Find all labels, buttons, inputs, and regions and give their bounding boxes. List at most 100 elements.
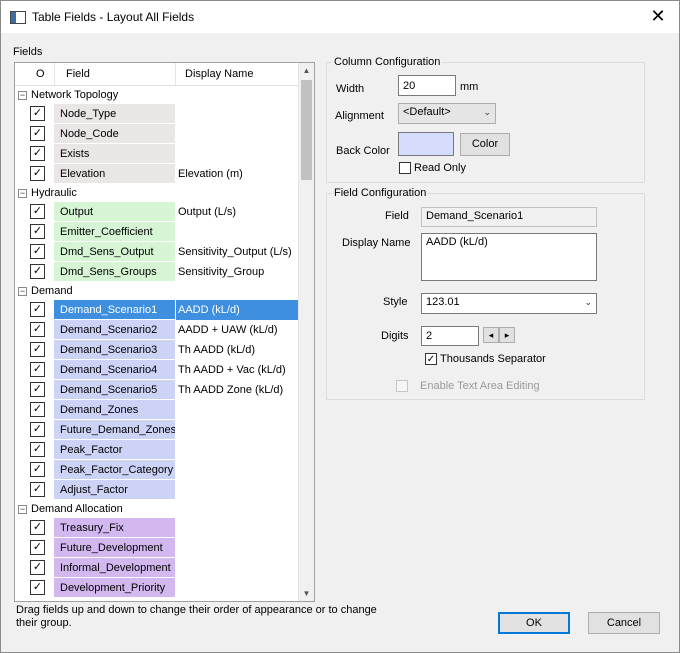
field-visible-checkbox[interactable]: ✓	[30, 204, 45, 219]
display-name-cell[interactable]	[176, 518, 300, 538]
display-name-cell[interactable]	[176, 460, 300, 480]
close-icon[interactable]: ✕	[647, 6, 669, 28]
field-cell[interactable]: Dmd_Sens_Groups	[54, 262, 175, 282]
display-name-cell[interactable]: Sensitivity_Output (L/s)	[176, 242, 300, 262]
back-color-swatch[interactable]	[398, 132, 454, 156]
field-cell[interactable]: Future_Development	[54, 538, 175, 558]
field-row[interactable]: ✓ Node_Type	[15, 104, 298, 124]
field-visible-checkbox[interactable]: ✓	[30, 322, 45, 337]
digits-decrement-icon[interactable]: ◂	[483, 327, 499, 343]
collapse-icon[interactable]: −	[18, 287, 27, 296]
field-cell[interactable]: Adjust_Factor	[54, 480, 175, 500]
field-visible-checkbox[interactable]: ✓	[30, 422, 45, 437]
ok-button[interactable]: OK	[498, 612, 570, 634]
field-row[interactable]: ✓ Future_Development	[15, 538, 298, 558]
field-cell[interactable]: Treasury_Fix	[54, 518, 175, 538]
thousands-separator-checkbox[interactable]: ✓	[425, 353, 437, 365]
field-cell[interactable]: Informal_Development	[54, 558, 175, 578]
display-name-cell[interactable]	[176, 104, 300, 124]
column-header-display-name[interactable]: Display Name	[185, 68, 253, 80]
field-visible-checkbox[interactable]: ✓	[30, 402, 45, 417]
scrollbar-thumb[interactable]	[301, 80, 312, 180]
display-name-cell[interactable]	[176, 420, 300, 440]
field-visible-checkbox[interactable]: ✓	[30, 520, 45, 535]
display-name-cell[interactable]	[176, 480, 300, 500]
display-name-cell[interactable]: Th AADD + Vac (kL/d)	[176, 360, 300, 380]
color-button[interactable]: Color	[460, 133, 510, 156]
field-row[interactable]: ✓ Demand_Scenario3 Th AADD (kL/d)	[15, 340, 298, 360]
field-row[interactable]: ✓ Development_Priority	[15, 578, 298, 598]
display-name-cell[interactable]	[176, 222, 300, 242]
field-row[interactable]: ✓ Demand_Scenario2 AADD + UAW (kL/d)	[15, 320, 298, 340]
display-name-cell[interactable]: Elevation (m)	[176, 164, 300, 184]
display-name-cell[interactable]: Th AADD (kL/d)	[176, 340, 300, 360]
field-visible-checkbox[interactable]: ✓	[30, 302, 45, 317]
field-cell[interactable]: Output	[54, 202, 175, 222]
field-cell[interactable]: Demand_Scenario2	[54, 320, 175, 340]
field-visible-checkbox[interactable]: ✓	[30, 362, 45, 377]
field-cell[interactable]: Demand_Scenario4	[54, 360, 175, 380]
field-cell[interactable]: Demand_Zones	[54, 400, 175, 420]
field-visible-checkbox[interactable]: ✓	[30, 580, 45, 595]
column-header-field[interactable]: Field	[66, 68, 90, 80]
display-name-cell[interactable]	[176, 558, 300, 578]
field-row[interactable]: ✓ Adjust_Factor	[15, 480, 298, 500]
display-name-cell[interactable]	[176, 144, 300, 164]
display-name-cell[interactable]: Output (L/s)	[176, 202, 300, 222]
field-row[interactable]: ✓ Node_Code	[15, 124, 298, 144]
collapse-icon[interactable]: −	[18, 505, 27, 514]
field-cell[interactable]: Development_Priority	[54, 578, 175, 598]
display-name-cell[interactable]	[176, 124, 300, 144]
field-row[interactable]: ✓ Dmd_Sens_Groups Sensitivity_Group	[15, 262, 298, 282]
field-row[interactable]: ✓ Demand_Scenario4 Th AADD + Vac (kL/d)	[15, 360, 298, 380]
fields-grid[interactable]: O Field Display Name − Network Topology ✓ N…	[14, 62, 315, 602]
field-visible-checkbox[interactable]: ✓	[30, 382, 45, 397]
field-cell[interactable]: Demand_Scenario1	[54, 300, 175, 320]
field-visible-checkbox[interactable]: ✓	[30, 442, 45, 457]
field-row[interactable]: ✓ Peak_Factor_Category	[15, 460, 298, 480]
group-row[interactable]: − Demand	[15, 282, 298, 300]
field-cell[interactable]: Demand_Scenario3	[54, 340, 175, 360]
digits-increment-icon[interactable]: ▸	[499, 327, 515, 343]
collapse-icon[interactable]: −	[18, 189, 27, 198]
field-cell[interactable]: Node_Type	[54, 104, 175, 124]
display-name-textarea[interactable]: AADD (kL/d)	[421, 233, 597, 281]
field-row[interactable]: ✓ Exists	[15, 144, 298, 164]
scroll-up-icon[interactable]: ▲	[299, 63, 314, 78]
display-name-cell[interactable]: AADD (kL/d)	[176, 300, 300, 320]
field-visible-checkbox[interactable]: ✓	[30, 560, 45, 575]
field-visible-checkbox[interactable]: ✓	[30, 264, 45, 279]
field-row[interactable]: ✓ Peak_Factor	[15, 440, 298, 460]
field-visible-checkbox[interactable]: ✓	[30, 224, 45, 239]
field-cell[interactable]: Dmd_Sens_Output	[54, 242, 175, 262]
field-row[interactable]: ✓ Informal_Development	[15, 558, 298, 578]
field-cell[interactable]: Demand_Scenario5	[54, 380, 175, 400]
field-row[interactable]: ✓ Output Output (L/s)	[15, 202, 298, 222]
cancel-button[interactable]: Cancel	[588, 612, 660, 634]
field-visible-checkbox[interactable]: ✓	[30, 126, 45, 141]
field-cell[interactable]: Future_Demand_Zones	[54, 420, 175, 440]
column-header-o[interactable]: O	[36, 68, 45, 80]
collapse-icon[interactable]: −	[18, 91, 27, 100]
field-visible-checkbox[interactable]: ✓	[30, 106, 45, 121]
display-name-cell[interactable]: AADD + UAW (kL/d)	[176, 320, 300, 340]
field-row[interactable]: ✓ Future_Demand_Zones	[15, 420, 298, 440]
field-row[interactable]: ✓ Demand_Scenario1 AADD (kL/d)	[15, 300, 300, 320]
digits-input[interactable]	[421, 326, 479, 346]
field-cell[interactable]: Elevation	[54, 164, 175, 184]
field-row[interactable]: ✓ Elevation Elevation (m)	[15, 164, 298, 184]
field-visible-checkbox[interactable]: ✓	[30, 462, 45, 477]
field-row[interactable]: ✓ Dmd_Sens_Output Sensitivity_Output (L/s)	[15, 242, 298, 262]
field-visible-checkbox[interactable]: ✓	[30, 244, 45, 259]
group-row[interactable]: − Demand Allocation	[15, 500, 298, 518]
field-cell[interactable]: Peak_Factor	[54, 440, 175, 460]
field-visible-checkbox[interactable]: ✓	[30, 342, 45, 357]
display-name-cell[interactable]	[176, 440, 300, 460]
read-only-checkbox[interactable]	[399, 162, 411, 174]
field-cell[interactable]: Node_Code	[54, 124, 175, 144]
scroll-down-icon[interactable]: ▼	[299, 586, 314, 601]
display-name-cell[interactable]	[176, 538, 300, 558]
field-cell[interactable]: Peak_Factor_Category	[54, 460, 175, 480]
field-visible-checkbox[interactable]: ✓	[30, 146, 45, 161]
display-name-cell[interactable]	[176, 400, 300, 420]
